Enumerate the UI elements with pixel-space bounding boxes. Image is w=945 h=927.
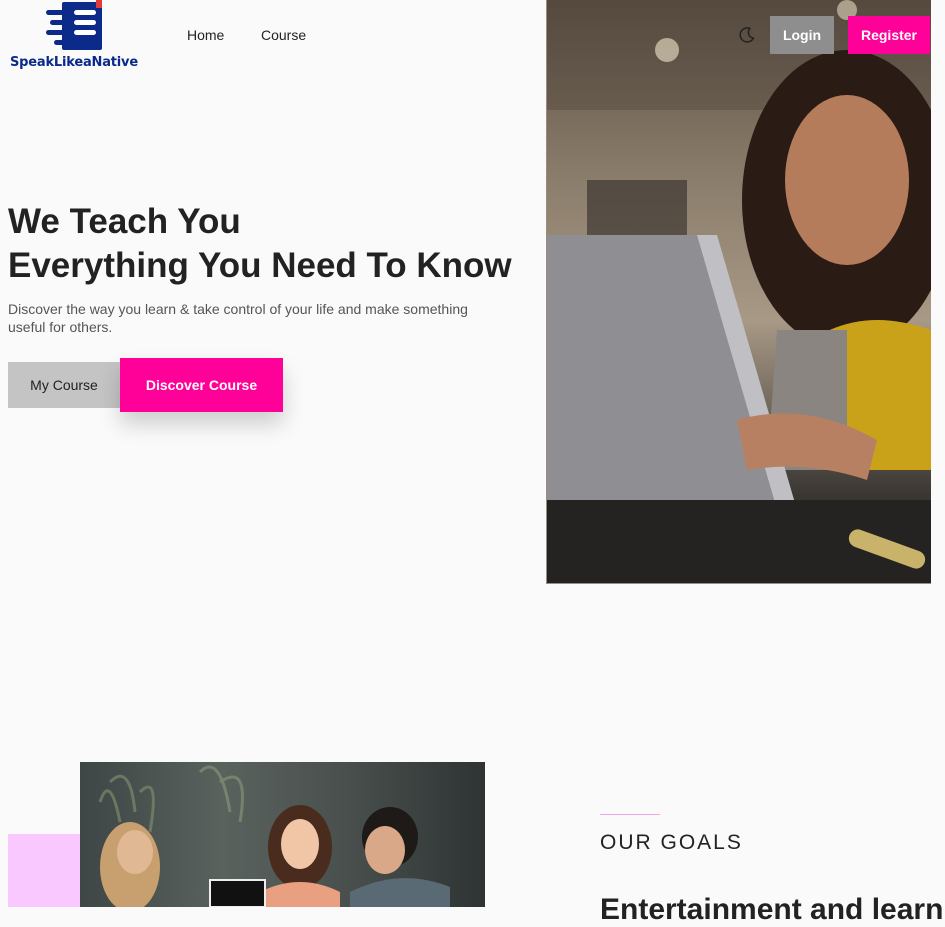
brand-logo[interactable]: SpeakLikeaNative [10,0,142,76]
nav-home-link[interactable]: Home [187,27,224,43]
hero-title-line1: We Teach You [8,202,241,241]
hero-woman-laptop-photo [546,0,931,584]
discover-course-button[interactable]: Discover Course [120,358,283,412]
goals-accent-line [600,814,660,815]
hero-title: We Teach You Everything You Need To Know [8,200,528,288]
students-laughing-photo [80,762,485,907]
decorative-pink-block [8,834,82,907]
moon-icon [739,27,755,43]
hero-description: Discover the way you learn & take contro… [8,301,468,335]
goals-section-label: OUR GOALS [600,831,743,854]
theme-toggle-button[interactable] [737,25,757,45]
book-speed-logo-icon [46,0,102,50]
register-button[interactable]: Register [848,16,930,54]
hero-title-line2: Everything You Need To Know [8,246,512,285]
nav-course-link[interactable]: Course [261,27,306,43]
brand-name: SpeakLikeaNative [10,55,138,70]
login-button[interactable]: Login [770,16,834,54]
goals-heading: Entertainment and learning [600,893,945,926]
my-course-button[interactable]: My Course [8,362,120,408]
